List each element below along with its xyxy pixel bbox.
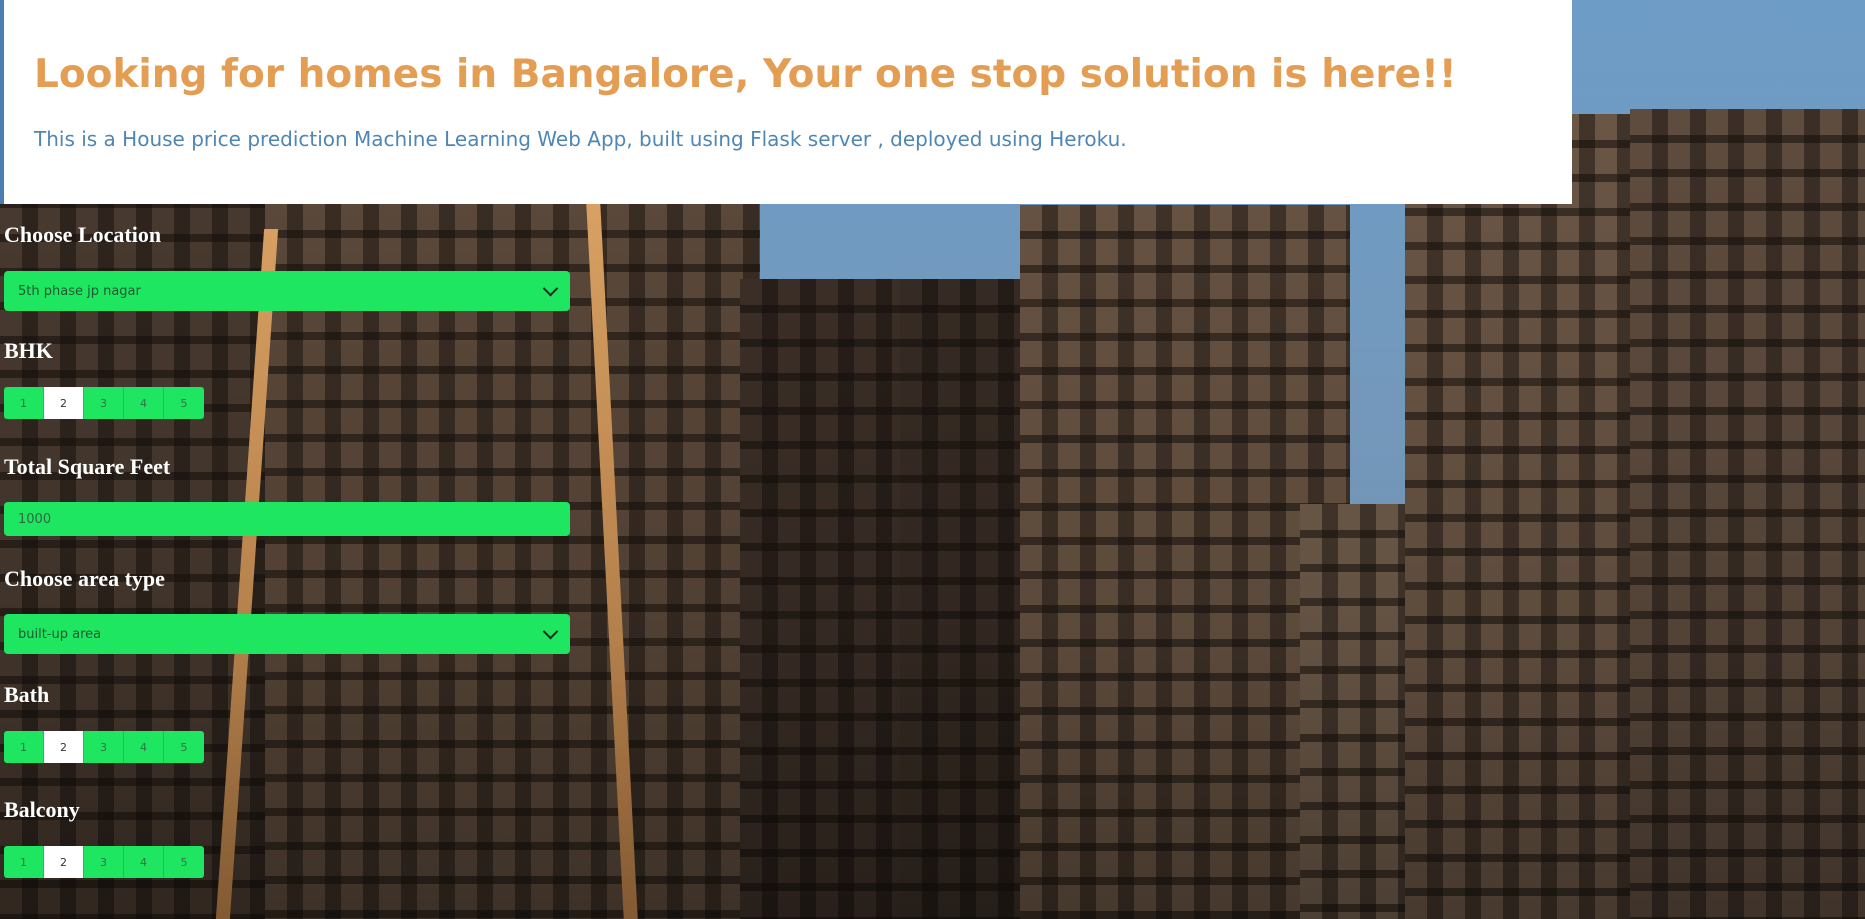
bath-option[interactable]: 1: [4, 731, 44, 763]
bath-option[interactable]: 5: [164, 731, 204, 763]
area-type-label: Choose area type: [4, 566, 165, 591]
bath-option[interactable]: 2: [44, 731, 84, 763]
location-label: Choose Location: [4, 222, 162, 247]
bath-option[interactable]: 4: [124, 731, 164, 763]
bhk-option[interactable]: 5: [164, 387, 204, 419]
balcony-label: Balcony: [4, 797, 80, 822]
page-subtitle: This is a House price prediction Machine…: [34, 127, 1127, 151]
location-select[interactable]: 5th phase jp nagar: [4, 271, 570, 311]
bhk-option[interactable]: 4: [124, 387, 164, 419]
sqft-label: Total Square Feet: [4, 454, 171, 479]
balcony-option[interactable]: 5: [164, 846, 204, 878]
chevron-down-icon: [542, 280, 559, 296]
area-type-select[interactable]: built-up area: [4, 614, 570, 654]
chevron-down-icon: [542, 623, 559, 639]
header-card: Looking for homes in Bangalore, Your one…: [0, 0, 1572, 204]
bath-selector: 1 2 3 4 5: [4, 731, 204, 763]
balcony-option[interactable]: 1: [4, 846, 44, 878]
balcony-option[interactable]: 3: [84, 846, 124, 878]
balcony-option[interactable]: 4: [124, 846, 164, 878]
bhk-selector: 1 2 3 4 5: [4, 387, 204, 419]
bath-option[interactable]: 3: [84, 731, 124, 763]
page-title: Looking for homes in Bangalore, Your one…: [34, 52, 1457, 97]
sqft-input[interactable]: 1000: [4, 502, 570, 536]
bath-label: Bath: [4, 682, 50, 707]
area-type-select-value: built-up area: [18, 626, 102, 642]
bhk-option[interactable]: 2: [44, 387, 84, 419]
balcony-selector: 1 2 3 4 5: [4, 846, 204, 878]
bhk-option[interactable]: 1: [4, 387, 44, 419]
sqft-input-value: 1000: [18, 511, 52, 527]
balcony-option[interactable]: 2: [44, 846, 84, 878]
bhk-label: BHK: [4, 338, 53, 363]
bhk-option[interactable]: 3: [84, 387, 124, 419]
location-select-value: 5th phase jp nagar: [18, 283, 141, 299]
